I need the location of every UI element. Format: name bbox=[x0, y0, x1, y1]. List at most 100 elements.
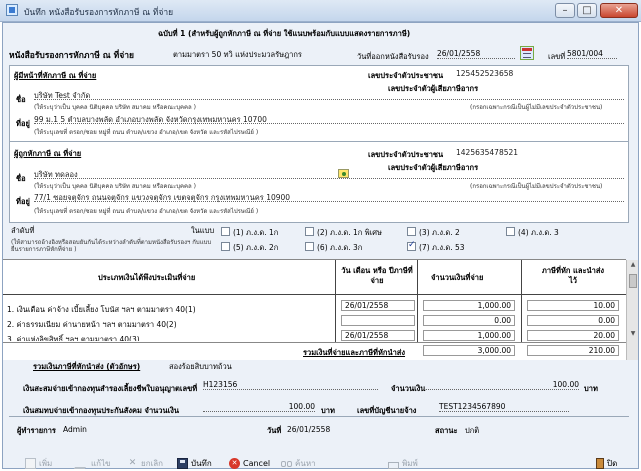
option-pnd2k[interactable]: (5) ภ.ง.ด. 2ก bbox=[221, 241, 301, 253]
total-tax: 210.00 bbox=[527, 345, 619, 356]
col-header-type: ประเภทเงินได้พึงประเมินที่จ่าย bbox=[98, 273, 196, 282]
option-pnd2[interactable]: (3) ภ.ง.ด. 2 bbox=[407, 226, 487, 238]
row-2-amount[interactable]: 0.00 bbox=[423, 315, 515, 326]
floppy-disk-icon bbox=[177, 457, 188, 469]
title-bar: บันทึก หนังสือรับรองการหักภาษี ณ ที่จ่าย… bbox=[0, 0, 641, 22]
scroll-down-icon[interactable]: ▼ bbox=[628, 330, 638, 340]
cancel-label: Cancel bbox=[243, 458, 271, 468]
col-header-tax: ภาษีที่หัก และนำส่งไว้ bbox=[541, 266, 605, 285]
cancel-doc-label: ยกเลิก bbox=[141, 458, 164, 468]
form-type-hint: (ให้สามารถอ้างอิงหรือสอบยันกันได้ระหว่าง… bbox=[11, 239, 212, 253]
option-pnd53[interactable]: (7) ภ.ง.ด. 53 bbox=[407, 240, 487, 253]
option-pnd3[interactable]: (4) ภ.ง.ด. 3 bbox=[506, 226, 586, 238]
edit-label: แก้ไข bbox=[91, 458, 111, 468]
pnd2-checkbox[interactable] bbox=[407, 227, 416, 236]
binoculars-icon bbox=[281, 458, 292, 469]
pnd3-checkbox[interactable] bbox=[506, 227, 515, 236]
row-1-tax[interactable]: 10.00 bbox=[527, 300, 619, 311]
payer-tax-id[interactable]: 125452523658 bbox=[456, 69, 513, 78]
pnd2k-checkbox[interactable] bbox=[221, 242, 230, 251]
add-button[interactable]: เพิ่ม bbox=[25, 456, 52, 470]
row-1-amount[interactable]: 1,000.00 bbox=[423, 300, 515, 311]
tax-text-label: รวมเงินภาษีที่หักนำส่ง (ตัวอักษร) bbox=[33, 362, 141, 371]
col-header-amount: จำนวนเงินที่จ่าย bbox=[431, 273, 484, 282]
pnd3-label: (4) ภ.ง.ด. 3 bbox=[518, 228, 559, 237]
lookup-icon[interactable] bbox=[338, 169, 349, 178]
payee-address-hint: (ให้ระบุเลขที่ ตรอก/ซอย หมู่ที่ ถนน ตำบล… bbox=[34, 208, 259, 215]
in-form-label: ในแบบ bbox=[191, 226, 215, 235]
search-label: ค้นหา bbox=[295, 458, 316, 468]
row-2-type: 2. ค่าธรรมเนียม ค่านายหน้า ฯลฯ ตามมาตรา … bbox=[7, 320, 177, 329]
edit-button[interactable]: แก้ไข bbox=[73, 456, 111, 470]
header-divider bbox=[3, 294, 626, 295]
pnd1k-checkbox[interactable] bbox=[221, 227, 230, 236]
payer-section: ผู้มีหน้าที่หักภาษี ณ ที่จ่าย เลขประจำตั… bbox=[9, 65, 629, 143]
row-3-amount[interactable]: 1,000.00 bbox=[423, 330, 515, 341]
issue-date-field[interactable]: 26/01/2558 bbox=[437, 49, 515, 59]
payer-address-label: ที่อยู่ bbox=[16, 119, 30, 128]
payee-tax-id[interactable]: 1425635478521 bbox=[456, 148, 518, 157]
maximize-button[interactable]: □ bbox=[577, 3, 597, 18]
payee-id-hint: (กรอกเฉพาะกรณีเป็นผู้ไม่มีเลขประจำตัวประ… bbox=[470, 183, 603, 190]
fund-no-field[interactable]: H123156 bbox=[203, 380, 378, 390]
payer-tax-id-label: เลขประจำตัวประชาชน bbox=[368, 71, 444, 80]
option-pnd1k[interactable]: (1) ภ.ง.ด. 1ก bbox=[221, 226, 301, 238]
search-button[interactable]: ค้นหา bbox=[281, 456, 316, 470]
payee-address-label: ที่อยู่ bbox=[16, 197, 30, 206]
close-window-button[interactable]: ✕ bbox=[600, 3, 638, 18]
save-button[interactable]: บันทึก bbox=[177, 456, 212, 470]
fund-amount-field[interactable]: 100.00 bbox=[423, 380, 579, 390]
pnd1k-special-label: (2) ภ.ง.ด. 1ก พิเศษ bbox=[317, 228, 382, 237]
option-pnd3k[interactable]: (6) ภ.ง.ด. 3ก bbox=[305, 241, 395, 253]
payee-tax-id-label: เลขประจำตัวประชาชน bbox=[368, 150, 444, 159]
fund-label: เงินสะสมจ่ายเข้ากองทุนสำรองเลี้ยงชีพใบอน… bbox=[23, 384, 198, 393]
cross-icon: ✕ bbox=[128, 457, 137, 468]
pnd1k-special-checkbox[interactable] bbox=[305, 227, 314, 236]
calendar-icon[interactable] bbox=[520, 46, 534, 60]
pnd2-label: (3) ภ.ง.ด. 2 bbox=[419, 228, 460, 237]
payer-id-hint: (กรอกเฉพาะกรณีเป็นผู้ไม่มีเลขประจำตัวประ… bbox=[470, 104, 603, 111]
issue-date-label: วันที่ออกหนังสือรับรอง bbox=[357, 52, 429, 61]
cancel-doc-button[interactable]: ✕ ยกเลิก bbox=[127, 456, 163, 470]
pnd53-label: (7) ภ.ง.ด. 53 bbox=[419, 243, 465, 252]
row-2-tax[interactable]: 0.00 bbox=[527, 315, 619, 326]
pnd53-checkbox[interactable] bbox=[407, 240, 416, 251]
employer-no-field[interactable]: TEST1234567890 bbox=[439, 402, 569, 412]
pnd2k-label: (5) ภ.ง.ด. 2ก bbox=[233, 243, 279, 252]
scroll-up-icon[interactable]: ▲ bbox=[628, 261, 638, 271]
col-header-date: วัน เดือน หรือ ปีภาษีที่จ่าย bbox=[341, 266, 413, 285]
status-value: ปกติ bbox=[465, 426, 480, 435]
scroll-thumb[interactable] bbox=[629, 274, 637, 288]
print-button[interactable]: พิมพ์ bbox=[388, 456, 418, 470]
number-field[interactable]: 5801/004 bbox=[567, 49, 617, 59]
print-label: พิมพ์ bbox=[402, 458, 418, 468]
payer-address-field[interactable]: 99 ม.1 5 ตำบลบางพลัด อำเภอบางพลัด จังหวั… bbox=[34, 114, 624, 124]
row-1-type: 1. เงินเดือน ค่าจ้าง เบี้ยเลี้ยง โบนัส ฯ… bbox=[7, 305, 196, 314]
row-2-date[interactable] bbox=[341, 315, 415, 326]
table-scrollbar[interactable]: ▲ ▼ bbox=[626, 260, 638, 360]
payer-heading: ผู้มีหน้าที่หักภาษี ณ ที่จ่าย bbox=[14, 71, 97, 80]
divider bbox=[9, 416, 629, 417]
recorder-label: ผู้ทำรายการ bbox=[17, 426, 56, 435]
cancel-icon: ✕ bbox=[229, 457, 240, 469]
payee-name-field[interactable]: บริษัท ทดลอง bbox=[34, 169, 624, 179]
add-icon bbox=[25, 457, 36, 469]
option-pnd1k-special[interactable]: (2) ภ.ง.ด. 1ก พิเศษ bbox=[305, 226, 395, 238]
minimize-button[interactable]: – bbox=[555, 3, 575, 18]
exit-door-icon bbox=[596, 457, 604, 469]
cancel-button[interactable]: ✕ Cancel bbox=[229, 456, 270, 470]
total-amount: 3,000.00 bbox=[423, 345, 515, 356]
tax-text-value: สองร้อยสิบบาทถ้วน bbox=[169, 362, 232, 371]
row-1-date[interactable]: 26/01/2558 bbox=[341, 300, 415, 311]
form-title: หนังสือรับรองการหักภาษี ณ ที่จ่าย bbox=[9, 51, 134, 61]
payee-heading: ผู้ถูกหักภาษี ณ ที่จ่าย bbox=[14, 149, 82, 158]
row-3-date[interactable]: 26/01/2558 bbox=[341, 330, 415, 341]
payee-address-field[interactable]: 77/1 ซอยจตุจักร ถนนจตุจักร แขวงจตุจักร เ… bbox=[34, 192, 624, 202]
payer-name-field[interactable]: บริษัท Test จำกัด bbox=[34, 90, 624, 100]
close-form-button[interactable]: ปิด bbox=[596, 456, 617, 470]
pnd3k-checkbox[interactable] bbox=[305, 242, 314, 251]
row-3-tax[interactable]: 20.00 bbox=[527, 330, 619, 341]
sso-amount-field[interactable]: 100.00 bbox=[203, 402, 315, 412]
form-law: ตามมาตรา 50 ทวิ แห่งประมวลรัษฎากร bbox=[173, 50, 302, 59]
fund-amount-label: จำนวนเงิน bbox=[391, 384, 426, 393]
